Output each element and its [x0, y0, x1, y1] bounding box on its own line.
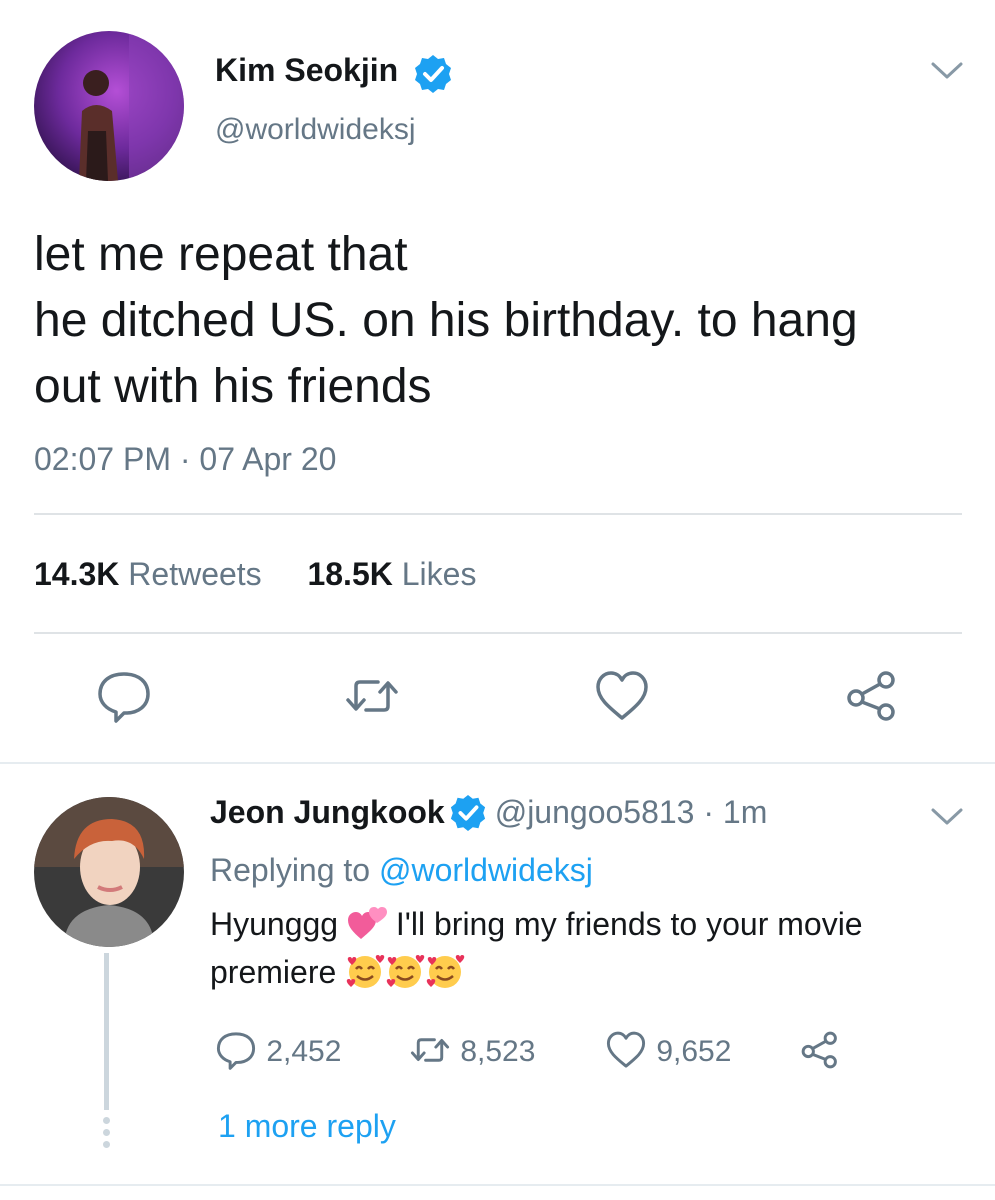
reply-text: Hyunggg I'll bring my friends to your mo…: [210, 900, 970, 996]
reply-text-segment: I'll bring my friends to your movie: [395, 906, 863, 942]
chevron-down-icon[interactable]: [930, 804, 964, 830]
likes-stat[interactable]: 18.5K Likes: [307, 556, 476, 592]
divider: [34, 632, 962, 634]
like-action[interactable]: 9,652: [604, 1028, 731, 1072]
thread-dot: [103, 1117, 110, 1124]
reply-action[interactable]: 2,452: [214, 1028, 341, 1072]
reply-author-name[interactable]: Jeon Jungkook: [210, 794, 445, 830]
retweets-count: 14.3K: [34, 556, 120, 592]
meta-separator: ·: [694, 794, 723, 830]
section-separator: [0, 1184, 995, 1186]
retweet-action[interactable]: 8,523: [408, 1028, 535, 1072]
reply-count: 2,452: [266, 1035, 342, 1068]
tweet-timestamp: 02:07 PM · 07 Apr 20: [34, 441, 337, 477]
thread-line: [104, 953, 109, 1110]
share-action[interactable]: [798, 1028, 842, 1072]
reply-time: 1m: [722, 794, 768, 830]
tweet-text-line: he ditched US. on his birthday. to hang: [34, 294, 858, 347]
reply-icon: [216, 1032, 256, 1070]
like-icon: [606, 1031, 646, 1068]
retweet-count: 8,523: [460, 1035, 536, 1068]
author-name[interactable]: Kim Seokjin: [215, 52, 398, 89]
tweet-text: let me repeat that he ditched US. on his…: [34, 222, 964, 420]
chevron-down-icon[interactable]: [930, 58, 964, 84]
smiling-face-with-hearts-emoji: [426, 955, 465, 988]
verified-badge-icon: [415, 55, 451, 93]
tweet-text-line: let me repeat that: [34, 228, 408, 281]
verified-badge-icon: [450, 794, 485, 832]
section-separator: [0, 762, 995, 764]
replying-to-handle[interactable]: @worldwideksj: [379, 852, 593, 888]
reply-header: Jeon Jungkook @jungoo5813 · 1m: [210, 794, 767, 832]
likes-label: Likes: [401, 556, 477, 592]
share-icon[interactable]: [842, 666, 902, 726]
reply-text-segment: premiere: [210, 954, 337, 990]
replying-to: Replying to @worldwideksj: [210, 852, 593, 889]
reply-text-line: premiere: [210, 948, 970, 996]
reply-author-avatar[interactable]: [34, 797, 184, 947]
retweets-label: Retweets: [128, 556, 262, 592]
tweet-text-line: out with his friends: [34, 360, 432, 413]
share-icon: [801, 1031, 837, 1069]
smiling-face-with-hearts-emoji: [346, 955, 385, 988]
like-icon[interactable]: [592, 666, 652, 726]
reply-text-segment: Hyunggg: [210, 906, 339, 942]
thread-dot: [103, 1141, 110, 1148]
two-hearts-emoji: [347, 907, 387, 939]
smiling-face-with-hearts-emoji: [386, 955, 425, 988]
author-avatar[interactable]: [34, 31, 184, 181]
retweet-icon: [410, 1038, 450, 1062]
replying-to-label: Replying to: [210, 852, 371, 888]
divider: [34, 513, 962, 515]
author-handle[interactable]: @worldwideksj: [215, 113, 416, 147]
engagement-stats: 14.3K Retweets 18.5K Likes: [34, 556, 476, 593]
reply-icon[interactable]: [94, 666, 154, 726]
retweet-icon[interactable]: [342, 666, 402, 726]
reply-author-handle[interactable]: @jungoo5813: [495, 794, 695, 830]
like-count: 9,652: [656, 1035, 732, 1068]
more-replies-link[interactable]: 1 more reply: [218, 1108, 396, 1145]
likes-count: 18.5K: [307, 556, 393, 592]
thread-dot: [103, 1129, 110, 1136]
reply-text-line: Hyunggg I'll bring my friends to your mo…: [210, 900, 970, 948]
retweets-stat[interactable]: 14.3K Retweets: [34, 556, 262, 592]
